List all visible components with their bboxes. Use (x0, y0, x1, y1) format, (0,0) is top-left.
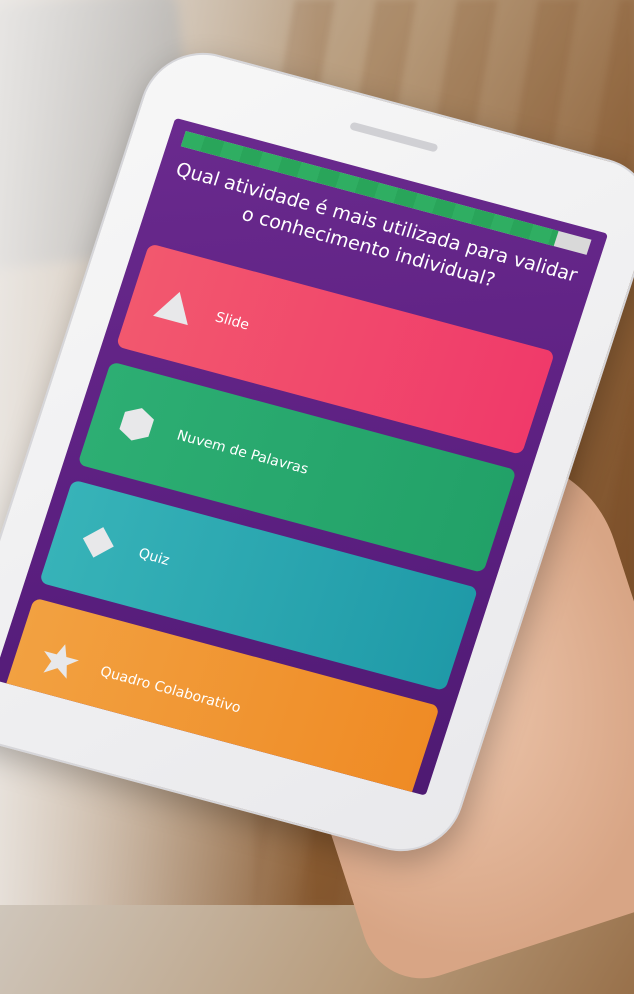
star-icon (33, 638, 87, 684)
answer-label: Nuvem de Palavras (174, 427, 311, 478)
answer-label: Slide (213, 309, 252, 334)
answer-label: Quadro Colaborativo (98, 663, 243, 717)
phone-speaker (349, 121, 439, 153)
diamond-icon (72, 520, 126, 566)
hexagon-icon (110, 400, 164, 448)
triangle-icon (149, 284, 202, 328)
answer-label: Quiz (136, 545, 172, 569)
